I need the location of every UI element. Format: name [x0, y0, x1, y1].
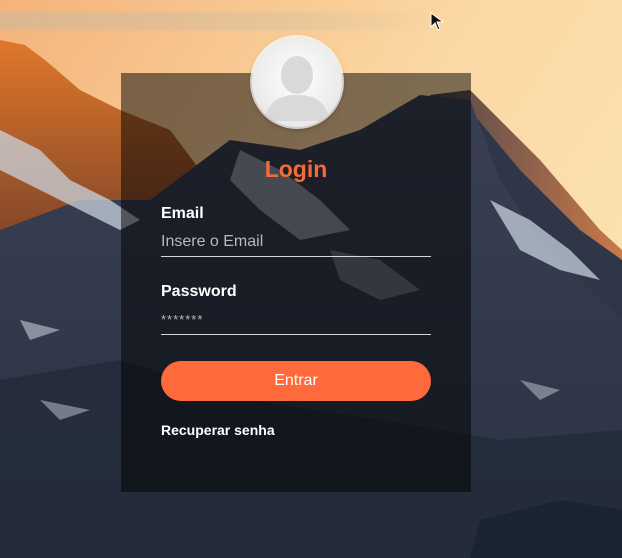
password-label: Password: [161, 283, 237, 300]
mouse-pointer-icon: [430, 12, 445, 31]
login-submit-button[interactable]: Entrar: [161, 361, 431, 401]
password-input[interactable]: [161, 306, 431, 335]
email-input[interactable]: [161, 228, 431, 257]
user-silhouette-icon: [252, 37, 342, 127]
login-title: Login: [264, 156, 328, 182]
recover-password-link[interactable]: Recuperar senha: [161, 422, 275, 438]
top-strip: [0, 12, 430, 30]
login-page: Login Email Password Entrar Recuperar se…: [0, 0, 622, 558]
email-label: Email: [161, 205, 204, 222]
